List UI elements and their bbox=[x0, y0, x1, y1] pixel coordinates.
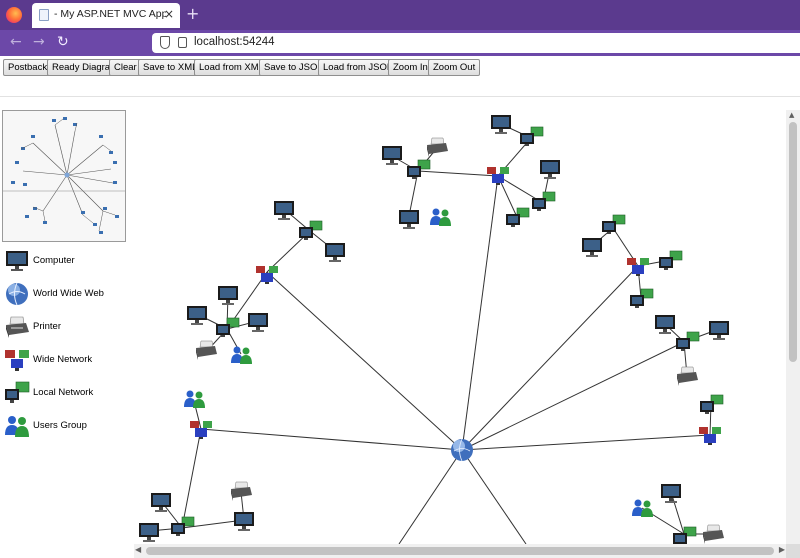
palette-item-wide-network[interactable]: Wide Network bbox=[4, 347, 128, 375]
local-network-node[interactable] bbox=[531, 191, 556, 212]
computer-node[interactable] bbox=[151, 493, 171, 512]
local-network-node[interactable] bbox=[406, 159, 431, 180]
diagram-links bbox=[148, 123, 720, 544]
palette-label: Wide Network bbox=[33, 354, 93, 365]
horizontal-scrollbar[interactable]: ◀ ▶ bbox=[134, 544, 786, 558]
url-text[interactable]: localhost:54244 bbox=[194, 36, 275, 48]
users-group-icon bbox=[5, 416, 29, 437]
palette-label: Printer bbox=[33, 321, 61, 332]
users-group-node[interactable] bbox=[430, 208, 451, 227]
overview-graphic bbox=[3, 117, 125, 234]
palette-label: Local Network bbox=[33, 387, 94, 398]
globe-icon bbox=[6, 282, 28, 306]
save-to-xml-button[interactable]: Save to XML bbox=[138, 59, 203, 76]
local-network-node[interactable] bbox=[601, 214, 626, 235]
zoom-in-button[interactable]: Zoom In bbox=[388, 59, 433, 76]
zoom-out-button[interactable]: Zoom Out bbox=[428, 59, 481, 76]
reload-button[interactable]: ↻ bbox=[57, 34, 69, 50]
toolbar-divider bbox=[0, 96, 800, 97]
local-network-node[interactable] bbox=[658, 250, 683, 271]
computer-node[interactable] bbox=[139, 523, 159, 542]
computer-node[interactable] bbox=[248, 313, 268, 332]
computer-node[interactable] bbox=[661, 484, 681, 503]
computer-node[interactable] bbox=[218, 286, 238, 305]
diagram-toolbar: Postback Ready Diagram Clear Save to XML… bbox=[0, 58, 800, 78]
diagram-overview[interactable] bbox=[2, 110, 126, 242]
local-network-node[interactable] bbox=[629, 288, 654, 309]
tab-close-icon[interactable]: × bbox=[164, 7, 174, 21]
clear-button[interactable]: Clear bbox=[109, 59, 142, 76]
palette-item-world-wide-web[interactable]: World Wide Web bbox=[4, 281, 128, 309]
palette-item-local-network[interactable]: Local Network bbox=[4, 380, 128, 408]
palette-label: Users Group bbox=[33, 420, 87, 431]
computer-node[interactable] bbox=[187, 306, 207, 325]
computer-node[interactable] bbox=[325, 243, 345, 262]
computer-node[interactable] bbox=[382, 146, 402, 165]
address-bar[interactable]: localhost:54244 bbox=[152, 33, 800, 53]
firefox-logo-icon[interactable] bbox=[6, 7, 22, 23]
forward-button[interactable]: → bbox=[33, 34, 45, 50]
page-icon bbox=[39, 9, 49, 21]
page-info-icon[interactable] bbox=[178, 37, 187, 48]
wide-network-node[interactable] bbox=[256, 266, 278, 284]
palette-item-printer[interactable]: Printer bbox=[4, 314, 128, 342]
computer-node[interactable] bbox=[274, 201, 294, 220]
palette-item-computer[interactable]: Computer bbox=[4, 248, 128, 276]
postback-button[interactable]: Postback bbox=[3, 59, 53, 76]
network-diagram[interactable] bbox=[134, 110, 786, 544]
wide-network-icon bbox=[5, 350, 29, 371]
printer-node[interactable] bbox=[426, 137, 449, 158]
computer-node[interactable] bbox=[234, 512, 254, 531]
local-network-node[interactable] bbox=[699, 394, 724, 415]
scroll-thumb[interactable] bbox=[146, 547, 774, 555]
load-from-xml-button[interactable]: Load from XML bbox=[194, 59, 269, 76]
scrollbar-corner bbox=[786, 544, 800, 558]
back-button[interactable]: ← bbox=[10, 34, 22, 50]
computer-node[interactable] bbox=[491, 115, 511, 134]
tab-title: - My ASP.NET MVC Application bbox=[54, 8, 166, 20]
printer-node[interactable] bbox=[676, 366, 699, 387]
local-network-node[interactable] bbox=[675, 331, 700, 352]
browser-tabbar: - My ASP.NET MVC Application × + bbox=[0, 0, 800, 30]
load-from-json-button[interactable]: Load from JSON bbox=[318, 59, 399, 76]
shield-icon[interactable] bbox=[160, 36, 170, 49]
diagram-nodes[interactable] bbox=[139, 115, 729, 544]
scroll-right-icon[interactable]: ▶ bbox=[779, 545, 785, 554]
users-group-node[interactable] bbox=[184, 390, 205, 409]
wide-network-node[interactable] bbox=[627, 258, 649, 276]
new-tab-button[interactable]: + bbox=[186, 4, 199, 23]
local-network-node[interactable] bbox=[519, 126, 544, 147]
computer-icon bbox=[6, 251, 28, 271]
computer-node[interactable] bbox=[709, 321, 729, 340]
printer-node[interactable] bbox=[702, 524, 725, 544]
computer-node[interactable] bbox=[582, 238, 602, 257]
palette-label: Computer bbox=[33, 255, 75, 266]
world-wide-web-node[interactable] bbox=[450, 438, 474, 462]
local-network-icon bbox=[5, 381, 30, 403]
local-network-node[interactable] bbox=[215, 317, 240, 338]
browser-navbar: ← → ↻ localhost:54244 bbox=[0, 30, 800, 56]
scroll-up-icon[interactable]: ▲ bbox=[789, 111, 794, 119]
local-network-node[interactable] bbox=[505, 207, 530, 228]
scroll-left-icon[interactable]: ◀ bbox=[135, 545, 141, 554]
computer-node[interactable] bbox=[399, 210, 419, 229]
local-network-node[interactable] bbox=[298, 220, 323, 241]
users-group-node[interactable] bbox=[231, 346, 252, 365]
scroll-thumb[interactable] bbox=[789, 122, 797, 362]
printer-icon bbox=[6, 316, 29, 338]
vertical-scrollbar[interactable]: ▲ bbox=[786, 110, 800, 544]
palette-item-users-group[interactable]: Users Group bbox=[4, 413, 128, 441]
computer-node[interactable] bbox=[540, 160, 560, 179]
browser-tab[interactable]: - My ASP.NET MVC Application × bbox=[32, 3, 180, 28]
palette-label: World Wide Web bbox=[33, 288, 104, 299]
diagram-canvas[interactable] bbox=[134, 110, 786, 544]
